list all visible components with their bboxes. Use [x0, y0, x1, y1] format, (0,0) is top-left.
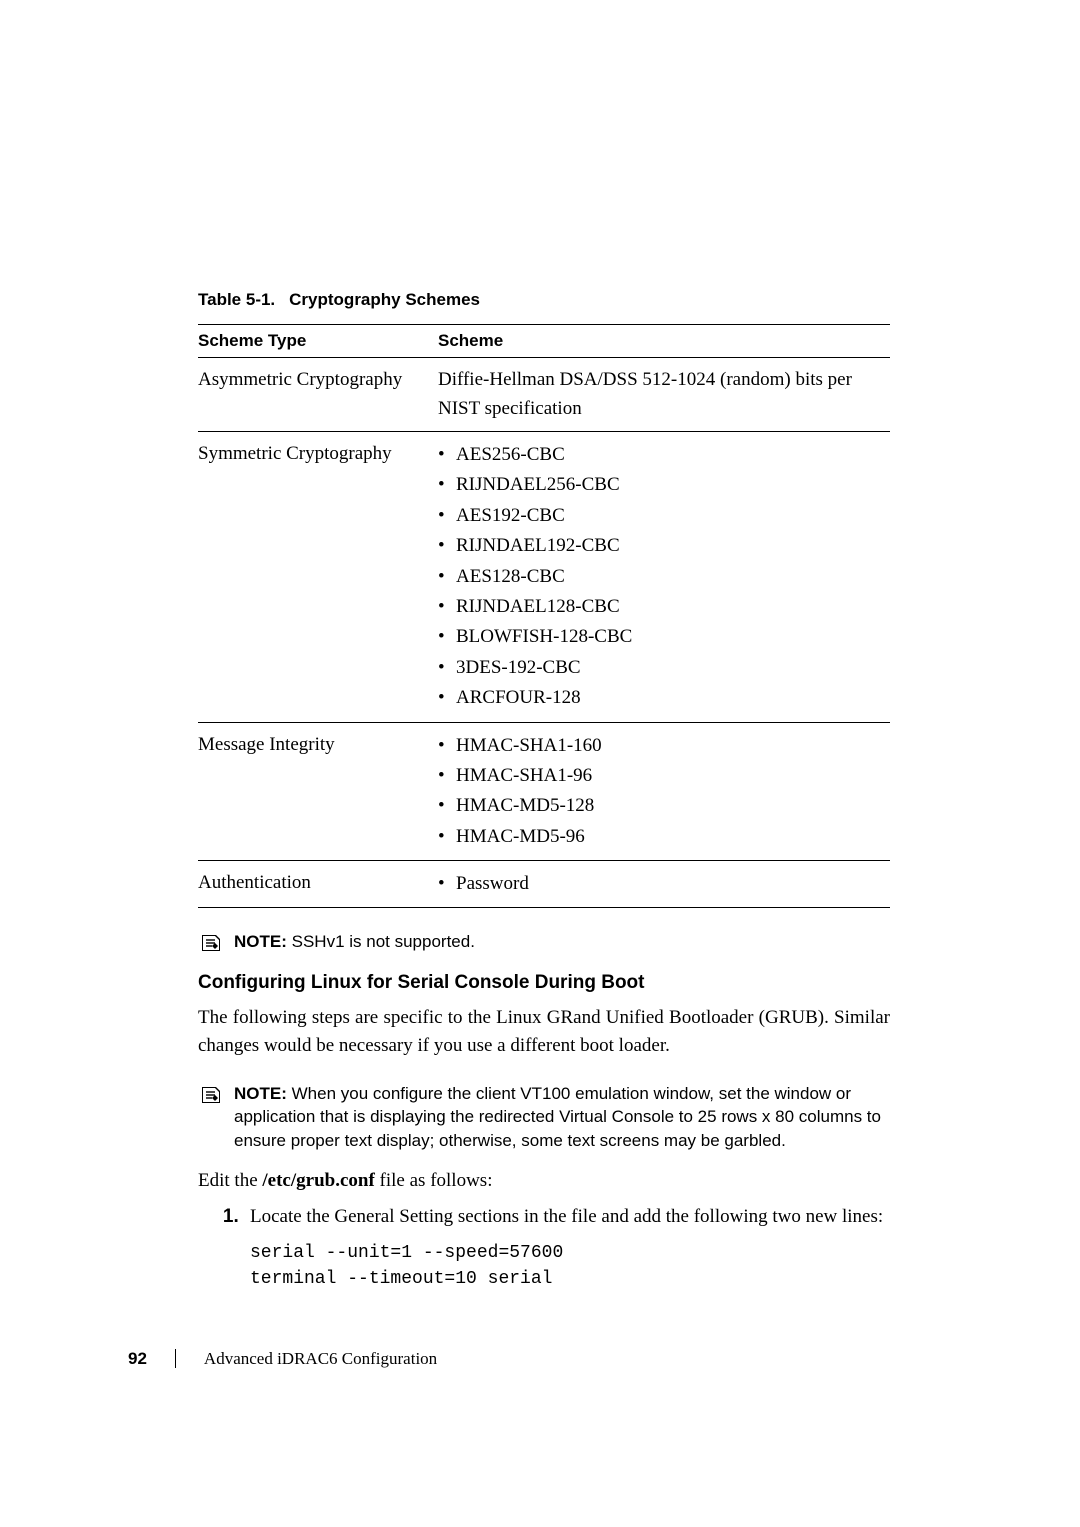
steps-list: Locate the General Setting sections in t…	[198, 1203, 890, 1293]
body-paragraph: The following steps are specific to the …	[198, 1004, 890, 1059]
table-header-row: Scheme Type Scheme	[198, 325, 890, 358]
note-label: NOTE:	[234, 932, 287, 951]
table-row: Authentication Password	[198, 861, 890, 908]
table-header-scheme-type: Scheme Type	[198, 325, 438, 358]
edit-post: file as follows:	[375, 1170, 493, 1191]
list-item: ARCFOUR-128	[438, 683, 882, 713]
cell-scheme-type: Message Integrity	[198, 722, 438, 861]
table-caption: Table 5-1. Cryptography Schemes	[198, 290, 890, 310]
list-item: AES128-CBC	[438, 562, 882, 592]
list-item: Password	[438, 869, 882, 899]
list-item: BLOWFISH-128-CBC	[438, 622, 882, 652]
table-row: Message Integrity HMAC-SHA1-160 HMAC-SHA…	[198, 722, 890, 861]
footer-title: Advanced iDRAC6 Configuration	[175, 1349, 437, 1368]
cell-scheme: HMAC-SHA1-160 HMAC-SHA1-96 HMAC-MD5-128 …	[438, 722, 890, 861]
note-text: NOTE: SSHv1 is not supported.	[234, 930, 475, 954]
code-block: serial --unit=1 --speed=57600 terminal -…	[250, 1240, 890, 1292]
cell-scheme-type: Symmetric Cryptography	[198, 432, 438, 723]
table-caption-number: Table 5-1.	[198, 290, 275, 309]
table-caption-title: Cryptography Schemes	[289, 290, 480, 309]
table-header-scheme: Scheme	[438, 325, 890, 358]
list-item: HMAC-MD5-96	[438, 822, 882, 852]
note-text: NOTE: When you configure the client VT10…	[234, 1082, 890, 1153]
note-icon	[198, 932, 220, 954]
edit-instruction: Edit the /etc/grub.conf file as follows:	[198, 1167, 890, 1195]
note-block: NOTE: SSHv1 is not supported.	[198, 930, 890, 954]
list-item: AES256-CBC	[438, 440, 882, 470]
step-text: Locate the General Setting sections in t…	[250, 1203, 890, 1231]
list-item: 3DES-192-CBC	[438, 653, 882, 683]
cell-scheme: AES256-CBC RIJNDAEL256-CBC AES192-CBC RI…	[438, 432, 890, 723]
list-item: RIJNDAEL128-CBC	[438, 592, 882, 622]
table-row: Asymmetric Cryptography Diffie-Hellman D…	[198, 358, 890, 432]
edit-filename: /etc/grub.conf	[262, 1170, 374, 1191]
note-body: When you configure the client VT100 emul…	[234, 1084, 881, 1151]
list-item: AES192-CBC	[438, 501, 882, 531]
list-item: HMAC-MD5-128	[438, 791, 882, 821]
note-label: NOTE:	[234, 1084, 287, 1103]
cell-scheme: Password	[438, 861, 890, 908]
cell-scheme-type: Authentication	[198, 861, 438, 908]
list-item: RIJNDAEL256-CBC	[438, 470, 882, 500]
scheme-list: HMAC-SHA1-160 HMAC-SHA1-96 HMAC-MD5-128 …	[438, 731, 882, 853]
table-row: Symmetric Cryptography AES256-CBC RIJNDA…	[198, 432, 890, 723]
page-number: 92	[128, 1349, 147, 1368]
section-heading: Configuring Linux for Serial Console Dur…	[198, 972, 890, 994]
cell-scheme: Diffie-Hellman DSA/DSS 512-1024 (random)…	[438, 358, 890, 432]
page-footer: 92 Advanced iDRAC6 Configuration	[128, 1349, 437, 1369]
cryptography-table: Scheme Type Scheme Asymmetric Cryptograp…	[198, 324, 890, 908]
step-item: Locate the General Setting sections in t…	[244, 1203, 890, 1293]
list-item: HMAC-SHA1-160	[438, 731, 882, 761]
scheme-list: Password	[438, 869, 882, 899]
note-body: SSHv1 is not supported.	[287, 932, 475, 951]
scheme-list: AES256-CBC RIJNDAEL256-CBC AES192-CBC RI…	[438, 440, 882, 714]
note-icon	[198, 1084, 220, 1106]
list-item: RIJNDAEL192-CBC	[438, 531, 882, 561]
list-item: HMAC-SHA1-96	[438, 761, 882, 791]
cell-scheme-type: Asymmetric Cryptography	[198, 358, 438, 432]
note-block: NOTE: When you configure the client VT10…	[198, 1082, 890, 1153]
edit-pre: Edit the	[198, 1170, 262, 1191]
